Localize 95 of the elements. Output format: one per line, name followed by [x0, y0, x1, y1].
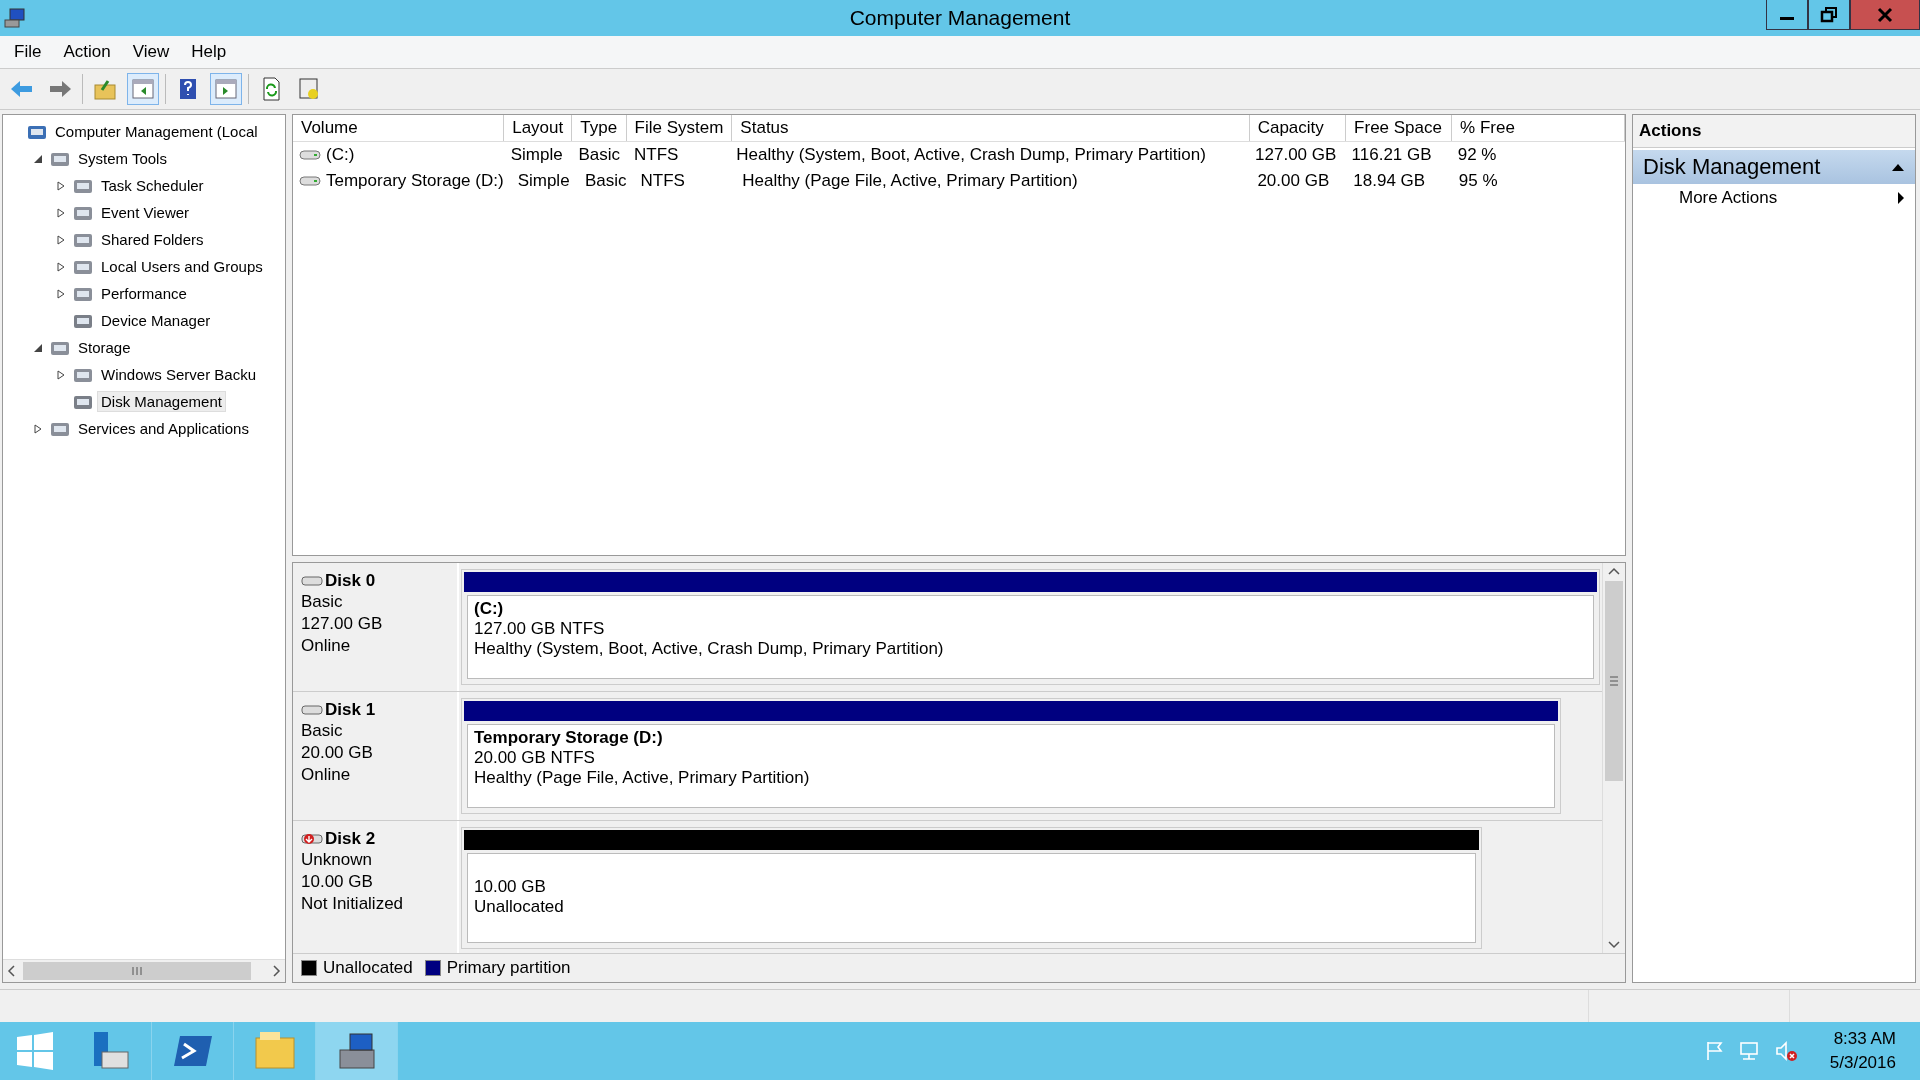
- column-header[interactable]: Capacity: [1249, 115, 1347, 141]
- table-cell: Healthy (System, Boot, Active, Crash Dump, Primary Partition): [736, 145, 1206, 165]
- actions-header: Actions: [1633, 115, 1915, 148]
- disk-size: 127.00 GB: [301, 613, 384, 635]
- menu-item[interactable]: File: [6, 38, 50, 66]
- disk-name: Disk 1: [325, 700, 376, 720]
- table-cell: Temporary Storage (D:): [326, 171, 504, 191]
- disk-type: Unknown: [301, 849, 373, 871]
- drive-icon: [299, 149, 321, 161]
- pane-left-icon: [130, 76, 156, 102]
- tree-item[interactable]: Task Scheduler: [97, 175, 208, 196]
- collapse-arrow-icon[interactable]: [1891, 162, 1905, 172]
- column-header[interactable]: Status: [732, 115, 1250, 141]
- disk-type: Basic: [301, 720, 344, 742]
- tree-item[interactable]: Event Viewer: [97, 202, 194, 223]
- table-cell: 127.00 GB: [1255, 145, 1337, 165]
- clock[interactable]: 8:33 AM 5/3/2016: [1809, 1027, 1920, 1075]
- column-header[interactable]: Type: [572, 115, 627, 141]
- table-cell: 20.00 GB: [1257, 171, 1330, 191]
- tree-item[interactable]: Local Users and Groups: [97, 256, 267, 277]
- menu-item[interactable]: Action: [55, 38, 119, 66]
- section-title: Disk Management: [1643, 154, 1821, 180]
- tree-item[interactable]: Shared Folders: [97, 229, 208, 250]
- minimize-icon: [1780, 17, 1794, 20]
- speaker-muted-icon[interactable]: [1773, 1040, 1798, 1062]
- table-cell: 92 %: [1457, 145, 1497, 165]
- menu-item[interactable]: Help: [183, 38, 235, 66]
- partition-status: Healthy (System, Boot, Active, Crash Dump, Primary Partition): [474, 639, 945, 659]
- actions-section-header[interactable]: Disk Management: [1633, 150, 1915, 184]
- clock-date: 5/3/2016: [1829, 1052, 1896, 1074]
- table-cell: 95 %: [1458, 171, 1498, 191]
- table-cell: 18.94 GB: [1353, 171, 1426, 191]
- restore-icon: [1819, 4, 1839, 25]
- computer-icon: [4, 7, 26, 29]
- disk-size: 20.00 GB: [301, 742, 374, 764]
- partition-block[interactable]: 10.00 GB Unallocated: [461, 827, 1482, 949]
- table-cell: (C:): [326, 145, 355, 165]
- partition-title: Temporary Storage (D:): [474, 728, 664, 748]
- disk-status: Online: [301, 635, 352, 657]
- toolbox-taskbar-button[interactable]: [316, 1022, 398, 1080]
- menu-item[interactable]: View: [124, 38, 178, 66]
- tree-item[interactable]: Performance: [97, 283, 191, 304]
- tree-item[interactable]: Disk Management: [97, 391, 226, 412]
- table-cell: Simple: [517, 171, 570, 191]
- table-cell: NTFS: [640, 171, 685, 191]
- disk-type: Basic: [301, 591, 344, 613]
- submenu-arrow-icon: [1897, 191, 1905, 205]
- column-header[interactable]: Layout: [504, 115, 573, 141]
- table-cell: 116.21 GB: [1351, 145, 1432, 165]
- vertical-scrollbar[interactable]: [1602, 563, 1625, 953]
- legend-label: Unallocated: [323, 958, 413, 978]
- drive-warning-icon: [301, 832, 323, 846]
- drive-icon: [301, 574, 323, 588]
- table-cell: Simple: [510, 145, 563, 165]
- tree-item[interactable]: Windows Server Backu: [97, 364, 261, 385]
- column-header[interactable]: % Free: [1452, 115, 1625, 141]
- tree-item[interactable]: System Tools: [74, 148, 171, 169]
- table-cell: Healthy (Page File, Active, Primary Partition): [742, 171, 1078, 191]
- partition-title: (C:): [474, 599, 505, 619]
- restore-button[interactable]: [1808, 0, 1850, 30]
- column-header[interactable]: File System: [626, 115, 733, 141]
- drive-icon: [299, 175, 321, 187]
- partition-block[interactable]: Temporary Storage (D:) 20.00 GB NTFS Healthy (Page File, Active, Primary Partition): [461, 698, 1561, 814]
- table-cell: Basic: [578, 145, 620, 165]
- partition-size: 20.00 GB NTFS: [474, 748, 596, 768]
- disk-size: 10.00 GB: [301, 871, 374, 893]
- partition-block[interactable]: (C:) 127.00 GB NTFS Healthy (System, Boot, Active, Crash Dump, Primary Partition): [461, 569, 1600, 685]
- column-header[interactable]: Free Space: [1346, 115, 1453, 141]
- drive-icon: [301, 703, 323, 717]
- table-cell: NTFS: [634, 145, 679, 165]
- partition-status: Unallocated: [474, 897, 565, 917]
- tree-item[interactable]: Storage: [74, 337, 135, 358]
- disk-status: Online: [301, 764, 352, 786]
- action-item[interactable]: More Actions: [1633, 184, 1915, 212]
- minimize-button[interactable]: [1766, 0, 1808, 30]
- column-header[interactable]: Volume: [293, 115, 505, 141]
- windows-logo-icon: [15, 1031, 55, 1071]
- horizontal-scrollbar[interactable]: [3, 959, 285, 982]
- legend-label: Primary partition: [446, 958, 571, 978]
- partition-size: 127.00 GB NTFS: [474, 619, 606, 639]
- tree-item[interactable]: Services and Applications: [74, 418, 253, 439]
- disk-status: Not Initialized: [301, 893, 405, 915]
- disk-name: Disk 2: [325, 829, 376, 849]
- window-title: Computer Management: [849, 6, 1071, 30]
- clock-time: 8:33 AM: [1833, 1028, 1896, 1050]
- disk-name: Disk 0: [325, 571, 376, 591]
- partition-status: Healthy (Page File, Active, Primary Partition): [474, 768, 811, 788]
- tree-item[interactable]: Computer Management (Local: [51, 121, 262, 142]
- tree-item[interactable]: Device Manager: [97, 310, 215, 331]
- table-cell: Basic: [585, 171, 627, 191]
- close-button[interactable]: [1850, 0, 1920, 30]
- scrollbar-thumb[interactable]: [1605, 581, 1623, 781]
- scrollbar-thumb[interactable]: [23, 962, 251, 980]
- partition-size: 10.00 GB: [474, 877, 547, 897]
- pane-right-icon: [213, 76, 239, 102]
